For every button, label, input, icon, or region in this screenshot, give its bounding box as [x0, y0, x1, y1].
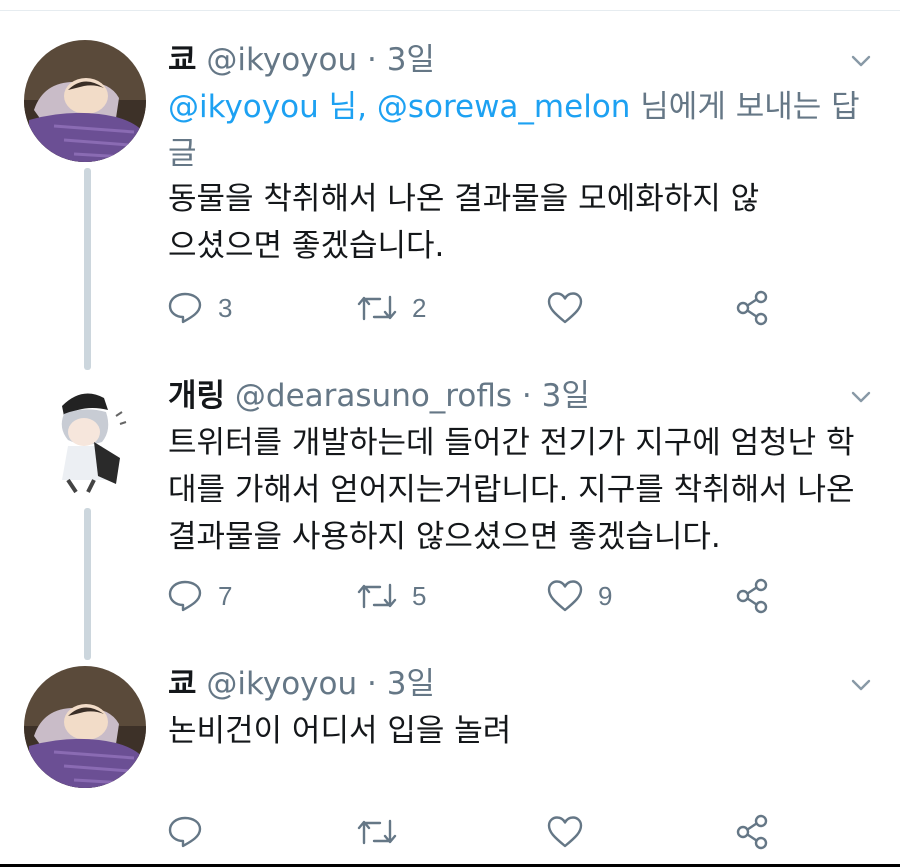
retweet-button[interactable] [356, 812, 412, 852]
timestamp[interactable]: 3일 [542, 378, 590, 414]
like-button[interactable] [546, 288, 598, 328]
retweet-icon [357, 583, 397, 609]
reply-button[interactable]: 7 [166, 576, 232, 616]
avatar[interactable] [24, 376, 146, 498]
display-name[interactable]: 쿄 [168, 666, 197, 702]
retweet-button[interactable]: 2 [356, 288, 426, 328]
like-icon [547, 292, 583, 324]
share-icon [736, 290, 768, 326]
tweet-header: 쿄 @ikyoyou · 3일 [168, 664, 435, 704]
chevron-down-icon[interactable] [848, 48, 874, 74]
like-icon [547, 816, 583, 848]
action-bar [166, 812, 806, 852]
action-bar: 3 2 [166, 288, 806, 328]
timestamp[interactable]: 3일 [387, 42, 435, 78]
like-button[interactable] [546, 812, 598, 852]
handle[interactable]: @ikyoyou [206, 666, 357, 702]
tweet[interactable]: 쿄 @ikyoyou · 3일 @ikyoyou 님, @sorewa_melo… [0, 40, 900, 340]
like-icon [547, 580, 583, 612]
timestamp[interactable]: 3일 [387, 666, 435, 702]
display-name[interactable]: 개링 [168, 378, 225, 414]
tweet-header: 개링 @dearasuno_rofls · 3일 [168, 376, 590, 416]
avatar[interactable] [24, 666, 146, 788]
separator-dot: · [521, 378, 532, 414]
retweet-count: 5 [412, 580, 427, 611]
like-count: 9 [598, 580, 613, 611]
tweet-text: 동물을 착취해서 나온 결과물을 모에화하지 않으셨으면 좋겠습니다. [168, 181, 760, 264]
tweet-text: 트위터를 개발하는데 들어간 전기가 지구에 엄청난 학대를 가해서 얻어지는거… [168, 425, 855, 555]
top-divider [0, 10, 900, 11]
action-bar: 7 5 9 [166, 576, 806, 616]
handle[interactable]: @ikyoyou [206, 42, 357, 78]
separator-dot: · [366, 42, 377, 78]
reply-button[interactable]: 3 [166, 288, 232, 328]
mention-link[interactable]: @ikyoyou 님, [168, 89, 367, 125]
retweet-button[interactable]: 5 [356, 576, 426, 616]
like-button[interactable]: 9 [546, 576, 612, 616]
share-icon [736, 814, 768, 850]
avatar[interactable] [24, 40, 146, 162]
reply-icon [168, 816, 202, 848]
reply-icon [168, 292, 202, 324]
tweet[interactable]: 쿄 @ikyoyou · 3일 논비건이 어디서 입을 놀려 [0, 664, 900, 860]
retweet-icon [357, 819, 397, 845]
reply-context: @ikyoyou 님, @sorewa_melon 님에게 보내는 답글 [168, 84, 868, 178]
reply-button[interactable] [166, 812, 218, 852]
reply-icon [168, 580, 202, 612]
chevron-down-icon[interactable] [848, 672, 874, 698]
share-icon [736, 578, 768, 614]
reply-count: 3 [218, 292, 233, 323]
tweet-header: 쿄 @ikyoyou · 3일 [168, 40, 435, 80]
tweet-text: 논비건이 어디서 입을 놀려 [168, 713, 512, 749]
mention-link[interactable]: @sorewa_melon [377, 89, 631, 125]
handle[interactable]: @dearasuno_rofls [235, 378, 512, 414]
share-button[interactable] [734, 288, 772, 328]
share-button[interactable] [734, 812, 772, 852]
chevron-down-icon[interactable] [848, 384, 874, 410]
share-button[interactable] [734, 576, 772, 616]
retweet-icon [357, 295, 397, 321]
display-name[interactable]: 쿄 [168, 42, 197, 78]
separator-dot: · [366, 666, 377, 702]
reply-count: 7 [218, 580, 233, 611]
tweet[interactable]: 개링 @dearasuno_rofls · 3일 트위터를 개발하는데 들어간 … [0, 376, 900, 636]
retweet-count: 2 [412, 292, 427, 323]
